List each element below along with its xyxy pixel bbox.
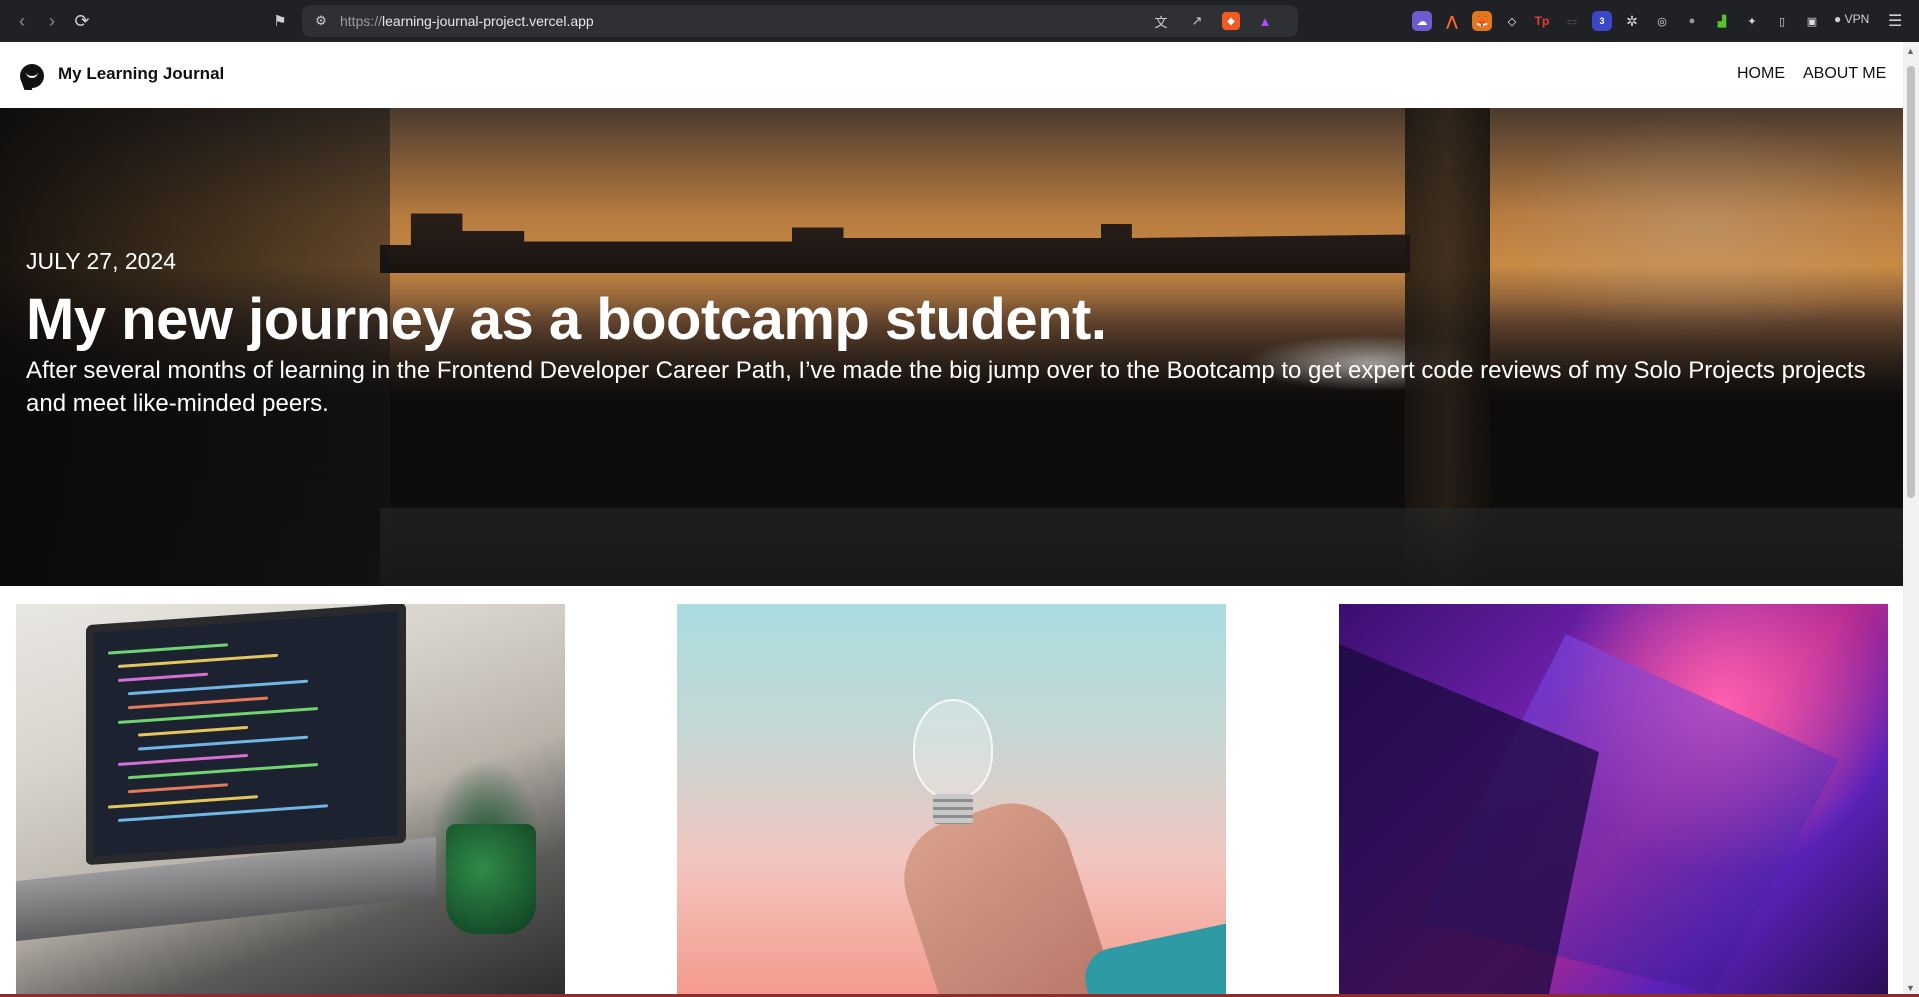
browser-toolbar: ‹ › ⟳ ⚑ ⚙ https://learning-journal-proje…	[0, 0, 1919, 42]
hero-sill-decoration	[380, 508, 1903, 586]
hero-title[interactable]: My new journey as a bootcamp student.	[26, 286, 1107, 353]
lightbulb-base-decoration	[933, 794, 973, 824]
post-card-image-lightbulb[interactable]	[677, 604, 1226, 997]
page-viewport: My Learning Journal HOME ABOUT ME JULY 2…	[0, 42, 1903, 997]
site-title[interactable]: My Learning Journal	[58, 64, 224, 84]
bookmark-icon[interactable]: ⚑	[268, 9, 292, 33]
brave-shields-icon[interactable]: ◆	[1222, 12, 1240, 30]
brave-rewards-icon[interactable]: ▲	[1256, 12, 1274, 30]
extension-tp-icon[interactable]: Tp	[1532, 11, 1552, 31]
extension-gear-icon[interactable]: ✲	[1622, 11, 1642, 31]
extensions-puzzle-icon[interactable]: ✦	[1742, 11, 1762, 31]
forward-icon[interactable]: ›	[40, 9, 64, 33]
logo-icon[interactable]	[20, 64, 44, 88]
wallet-icon[interactable]: ▣	[1802, 11, 1822, 31]
address-bar[interactable]: ⚙ https://learning-journal-project.verce…	[302, 5, 1298, 37]
url-text[interactable]: https://learning-journal-project.vercel.…	[340, 13, 594, 29]
post-cards	[0, 604, 1903, 997]
url-host: learning-journal-project.vercel.app	[382, 13, 594, 29]
hamburger-menu-icon[interactable]: ☰	[1888, 11, 1902, 31]
metamask-icon[interactable]: 🦊	[1472, 11, 1492, 31]
nav-home-link[interactable]: HOME	[1737, 65, 1785, 83]
hero-description: After several months of learning in the …	[26, 357, 1866, 417]
site-header: My Learning Journal HOME ABOUT ME	[0, 42, 1903, 108]
scroll-down-icon[interactable]: ▼	[1906, 983, 1915, 993]
hero-skyline-decoration	[380, 213, 1410, 273]
extension-badge-icon[interactable]: 3	[1592, 11, 1612, 31]
hero-date: JULY 27, 2024	[26, 248, 177, 274]
post-card-image-abstract[interactable]	[1339, 604, 1888, 997]
extension-cloud-icon[interactable]: ☁	[1412, 11, 1432, 31]
extension-circle-icon[interactable]: ◎	[1652, 11, 1672, 31]
url-scheme: https://	[340, 13, 383, 29]
extension-chart-icon[interactable]: ▟	[1712, 11, 1732, 31]
translate-icon[interactable]: 文	[1152, 12, 1170, 30]
nav-about-link[interactable]: ABOUT ME	[1803, 65, 1886, 83]
site-info-icon[interactable]: ⚙	[312, 12, 330, 30]
laptop-screen-decoration	[86, 604, 406, 866]
extension-reader-icon[interactable]: ▭	[1562, 11, 1582, 31]
lightbulb-decoration	[913, 699, 993, 799]
hand-decoration	[888, 787, 1116, 997]
extension-arrow-icon[interactable]: ⋀	[1442, 11, 1462, 31]
vpn-button[interactable]: ● VPN	[1834, 12, 1869, 26]
extension-grey-circle-icon[interactable]: ●	[1682, 11, 1702, 31]
reload-icon[interactable]: ⟳	[70, 9, 94, 33]
vpn-label: VPN	[1844, 12, 1870, 26]
share-icon[interactable]: ↗	[1188, 12, 1206, 30]
plant-decoration	[446, 824, 536, 934]
back-icon[interactable]: ‹	[10, 9, 34, 33]
scrollbar-thumb[interactable]	[1907, 66, 1915, 498]
scroll-up-icon[interactable]: ▲	[1906, 46, 1915, 56]
hero-banner[interactable]: JULY 27, 2024 My new journey as a bootca…	[0, 108, 1903, 586]
sidebar-toggle-icon[interactable]: ▯	[1772, 11, 1792, 31]
post-card-image-laptop[interactable]	[16, 604, 565, 997]
page-scrollbar[interactable]: ▲ ▼	[1903, 42, 1919, 997]
extension-diamond-icon[interactable]: ◇	[1502, 11, 1522, 31]
sleeve-decoration	[1079, 915, 1226, 997]
